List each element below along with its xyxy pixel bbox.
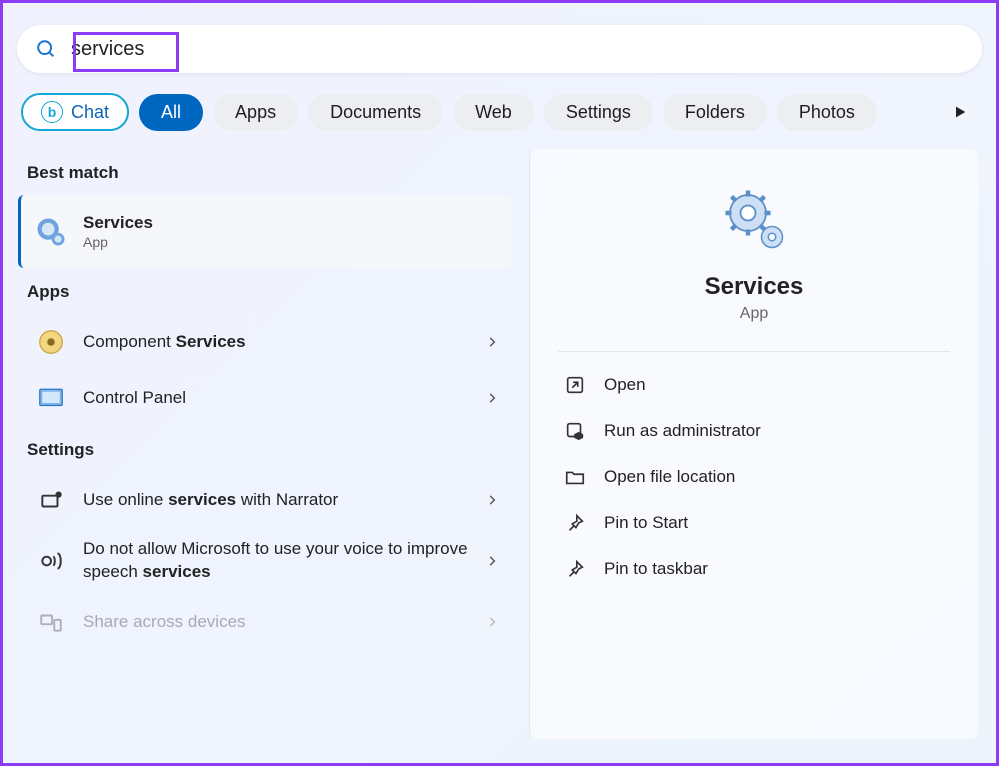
result-title: Services [83, 213, 153, 232]
result-control-panel[interactable]: Control Panel [21, 370, 511, 426]
result-label: Share across devices [83, 612, 471, 632]
action-open-location[interactable]: Open file location [558, 466, 950, 488]
result-bold: services [168, 490, 236, 509]
component-services-icon [33, 324, 69, 360]
search-bar[interactable] [17, 25, 982, 73]
result-bold: Services [176, 332, 246, 351]
action-pin-start[interactable]: Pin to Start [558, 512, 950, 534]
action-open[interactable]: Open [558, 374, 950, 396]
action-pin-taskbar[interactable]: Pin to taskbar [558, 558, 950, 580]
filter-settings[interactable]: Settings [544, 94, 653, 131]
result-suffix: with Narrator [236, 490, 338, 509]
main-content: Best match Services App Apps Component S… [3, 149, 996, 739]
result-speech-services[interactable]: Do not allow Microsoft to use your voice… [21, 528, 511, 594]
detail-title: Services [705, 273, 804, 301]
filter-all[interactable]: All [139, 94, 203, 131]
search-icon [35, 38, 57, 60]
bing-icon: b [41, 101, 63, 123]
action-label: Open [604, 375, 646, 395]
open-icon [564, 374, 586, 396]
result-share-devices[interactable]: Share across devices [21, 594, 511, 650]
chevron-right-icon [485, 335, 499, 349]
admin-icon [564, 420, 586, 442]
action-label: Open file location [604, 467, 735, 487]
section-settings-title: Settings [27, 440, 505, 460]
filter-folders[interactable]: Folders [663, 94, 767, 131]
share-icon [33, 604, 69, 640]
filter-documents[interactable]: Documents [308, 94, 443, 131]
more-filters-icon[interactable] [952, 104, 968, 120]
action-label: Pin to taskbar [604, 559, 708, 579]
pin-icon [564, 558, 586, 580]
result-label: Control Panel [83, 388, 471, 408]
chat-pill[interactable]: b Chat [21, 93, 129, 131]
detail-subtitle: App [740, 305, 768, 323]
pin-icon [564, 512, 586, 534]
chat-label: Chat [71, 102, 109, 123]
result-subtitle: App [83, 234, 499, 250]
result-bold: services [143, 562, 211, 581]
result-prefix: Use online [83, 490, 168, 509]
result-prefix: Component [83, 332, 176, 351]
section-apps-title: Apps [27, 282, 505, 302]
result-component-services[interactable]: Component Services [21, 314, 511, 370]
chevron-right-icon [485, 554, 499, 568]
filter-row: b Chat All Apps Documents Web Settings F… [3, 85, 996, 149]
results-panel: Best match Services App Apps Component S… [21, 149, 511, 739]
action-label: Run as administrator [604, 421, 761, 441]
chevron-right-icon [485, 391, 499, 405]
actions-list: Open Run as administrator Open file loca… [558, 352, 950, 580]
search-input[interactable] [65, 34, 964, 65]
result-narrator-services[interactable]: Use online services with Narrator [21, 472, 511, 528]
detail-panel: Services App Open Run as administrator O… [529, 149, 978, 739]
action-label: Pin to Start [604, 513, 688, 533]
result-prefix: Do not allow Microsoft to use your voice… [83, 539, 468, 581]
chevron-right-icon [485, 493, 499, 507]
filter-photos[interactable]: Photos [777, 94, 877, 131]
filter-apps[interactable]: Apps [213, 94, 298, 131]
chevron-right-icon [485, 615, 499, 629]
result-best-match[interactable]: Services App [18, 195, 511, 268]
narrator-icon [33, 482, 69, 518]
speech-icon [33, 543, 69, 579]
control-panel-icon [33, 380, 69, 416]
section-best-match-title: Best match [27, 163, 505, 183]
services-large-icon [718, 183, 790, 255]
services-icon [33, 214, 69, 250]
detail-header: Services App [558, 173, 950, 352]
action-run-admin[interactable]: Run as administrator [558, 420, 950, 442]
filter-web[interactable]: Web [453, 94, 534, 131]
folder-icon [564, 466, 586, 488]
